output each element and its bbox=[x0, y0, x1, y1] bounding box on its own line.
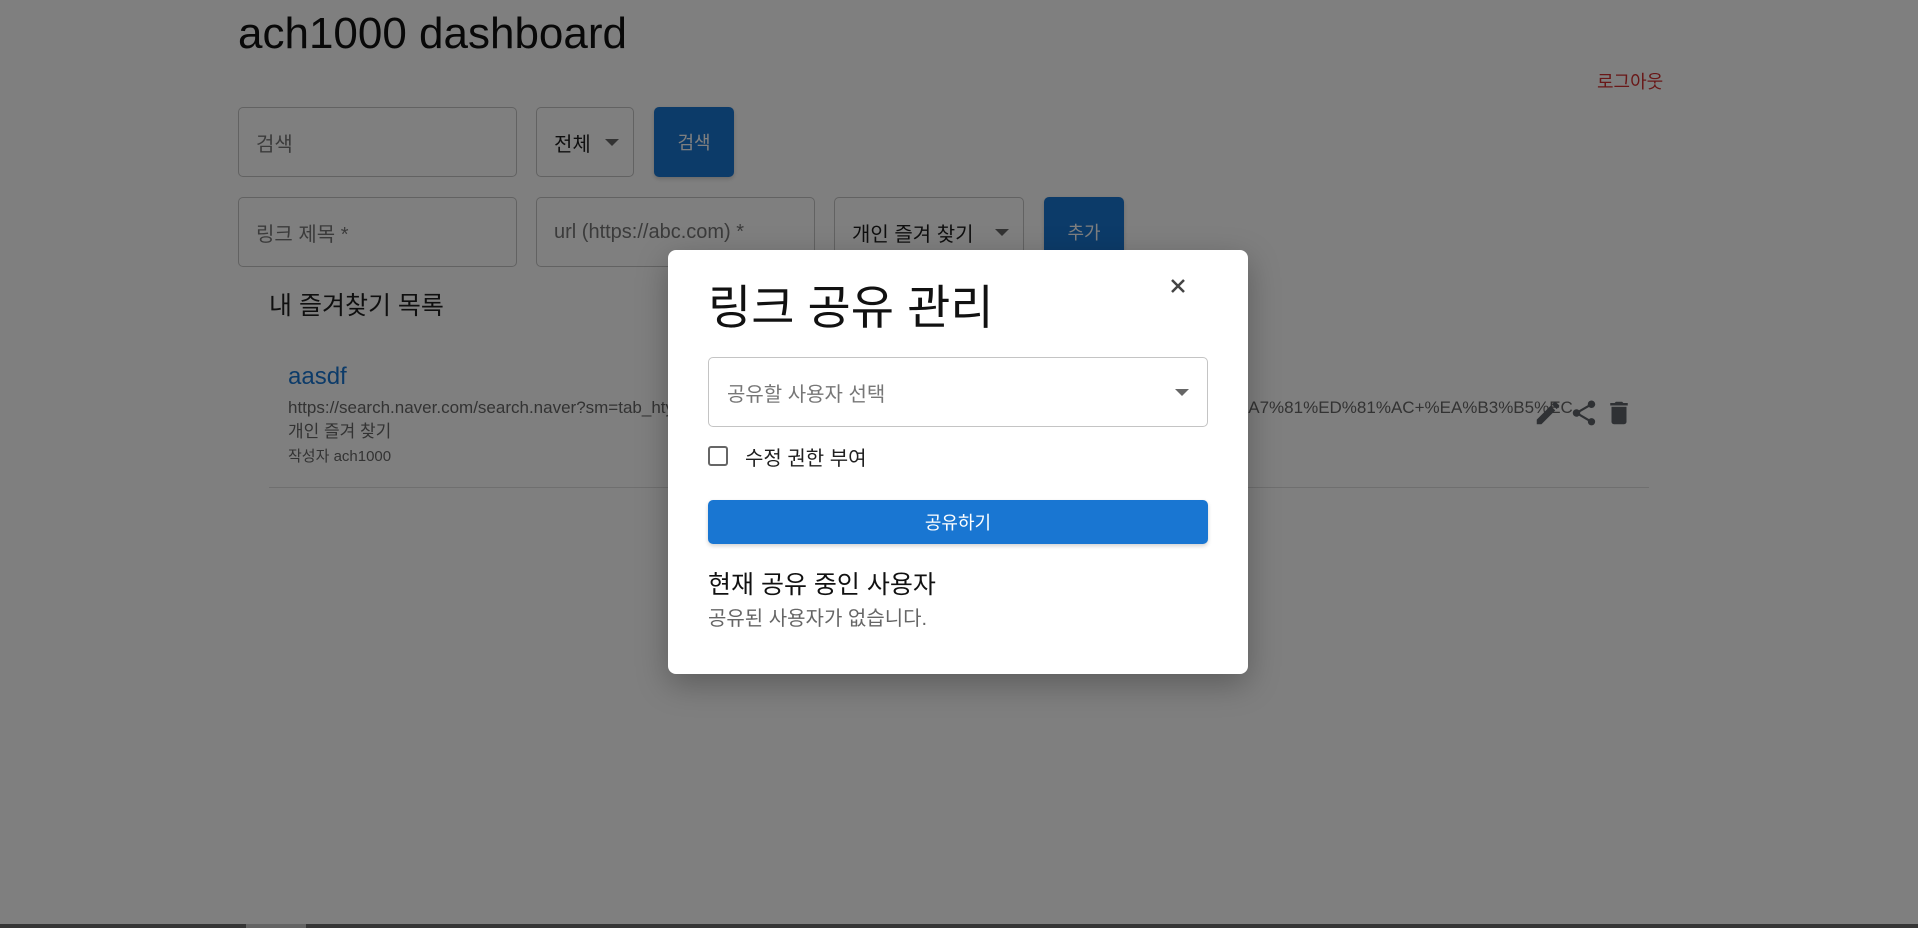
edit-permission-checkbox[interactable] bbox=[708, 446, 728, 466]
edit-permission-label: 수정 권한 부여 bbox=[745, 447, 867, 470]
share-modal: 링크 공유 관리 공유할 사용자 선택 수정 권한 부여 공유하기 현재 공유 … bbox=[668, 250, 1248, 674]
chevron-down-icon bbox=[1175, 388, 1189, 396]
share-submit-button[interactable]: 공유하기 bbox=[708, 500, 1208, 544]
edit-permission-checkbox-row[interactable]: 수정 권한 부여 bbox=[708, 438, 867, 474]
close-icon bbox=[1171, 279, 1185, 293]
modal-title: 링크 공유 관리 bbox=[708, 281, 994, 334]
user-select[interactable]: 공유할 사용자 선택 bbox=[708, 357, 1208, 427]
shared-users-empty-message: 공유된 사용자가 없습니다. bbox=[708, 608, 928, 630]
current-users-title: 현재 공유 중인 사용자 bbox=[708, 571, 936, 599]
user-select-placeholder: 공유할 사용자 선택 bbox=[727, 383, 886, 406]
close-button[interactable] bbox=[1160, 268, 1196, 304]
